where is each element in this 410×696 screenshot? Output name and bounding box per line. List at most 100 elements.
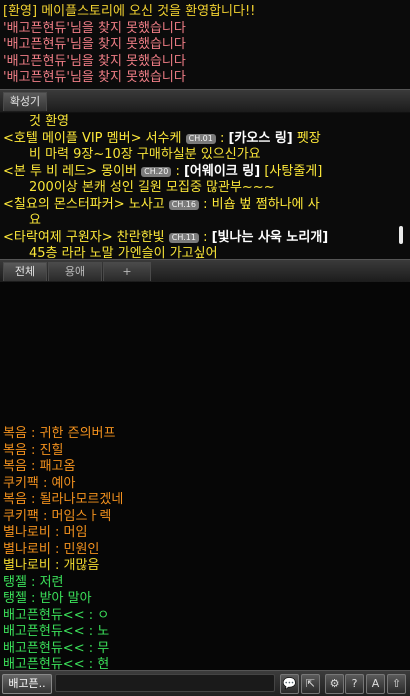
channel-badge: CH.20	[141, 166, 172, 177]
megaphone-sender: <호텔 메이플 VIP 멤버> 서수케	[3, 130, 182, 146]
tab-all[interactable]: 전체	[3, 262, 47, 281]
separator: :	[26, 574, 40, 590]
separator: :	[26, 442, 40, 458]
chat-message: 복음 : 패고옴	[3, 459, 403, 476]
chat-sender[interactable]: 쿠키팩	[3, 476, 39, 491]
megaphone-sender: <본 투 비 레드> 몽이버	[3, 163, 137, 179]
chat-sender[interactable]: 별나로비	[3, 542, 51, 557]
separator: :	[50, 525, 64, 540]
chat-sender[interactable]: 탱젤	[3, 575, 27, 590]
separator: :	[26, 459, 40, 474]
chat-sender[interactable]: 별나로비	[3, 525, 51, 540]
channel-badge: CH.01	[185, 133, 216, 144]
chat-message: 탱젤 : 저련	[3, 575, 403, 592]
megaphone-message: <타락여제 구원자> 찬란한빛 CH.11 : [빛나는 사욱 노리개]	[3, 230, 395, 247]
chat-sender[interactable]: 복음	[3, 492, 27, 507]
chat-sender[interactable]: 배고픈현듀<<	[3, 608, 85, 623]
chat-sender[interactable]: 별나로비	[3, 558, 51, 573]
chat-text: 머임스ㅏ렉	[51, 508, 112, 524]
tab-custom[interactable]: 용애	[48, 262, 102, 281]
chat-message: 배고픈현듀<< : ㅇ	[3, 608, 403, 625]
chat-text: 귀한 즌의버프	[39, 426, 116, 441]
not-found-message: '배고픈현듀'님을 찾지 못했습니다	[3, 20, 186, 36]
chat-sender[interactable]: 배고픈현듀<<	[3, 641, 85, 656]
chat-text: 머임	[63, 525, 88, 540]
chat-list: 복음 : 귀한 즌의버프 복음 : 진힐 복음 : 패고옴 쿠키팩 : 예아 복음 : …	[3, 426, 403, 674]
chat-sender[interactable]: 복음	[3, 459, 27, 474]
help-icon[interactable]: ?	[345, 674, 364, 694]
separator: :	[50, 541, 64, 557]
chat-target-button[interactable]: 배고픈..	[2, 674, 52, 694]
separator: :	[198, 196, 212, 212]
speech-bubble-icon[interactable]: 💬	[280, 674, 299, 694]
add-tab-button[interactable]: +	[103, 262, 151, 281]
chat-message: 배고픈현듀<< : 무	[3, 641, 403, 658]
megaphone-list: 것 환영 <호텔 메이플 VIP 멤버> 서수케 CH.01 : [카오스 링]…	[3, 114, 395, 263]
separator: :	[26, 591, 40, 606]
chat-tab-bar: 전체 용애 +	[0, 259, 410, 283]
chat-input-bar: 배고픈.. 💬 ⇱ ⚙ ? A ⇧	[0, 670, 410, 696]
chat-text: 받아 말아	[39, 591, 92, 606]
welcome-message: [환영] 메이플스토리에 오신 것을 환영합니다!!	[3, 4, 256, 19]
chat-text: 무	[97, 640, 110, 656]
chat-message: 쿠키팩 : 머임스ㅏ렉	[3, 509, 403, 526]
megaphone-tab-bar: 확성기	[0, 89, 410, 113]
megaphone-text: 펫장	[292, 130, 321, 146]
chat-message: 배고픈현듀<< : 노	[3, 624, 403, 641]
chat-sender[interactable]: 배고픈현듀<<	[3, 624, 85, 639]
separator: :	[215, 130, 229, 146]
not-found-message: '배고픈현듀'님을 찾지 못했습니다	[3, 37, 186, 52]
megaphone-message: <본 투 비 레드> 몽이버 CH.20 : [어웨이크 링] [사탕줄게]	[3, 164, 395, 181]
chat-message: 쿠키팩 : 예아	[3, 476, 403, 493]
separator: :	[50, 558, 64, 573]
separator: :	[38, 475, 52, 491]
chat-message: 복음 : 귀한 즌의버프	[3, 426, 403, 443]
separator: :	[84, 624, 98, 639]
separator: :	[26, 426, 40, 441]
megaphone-message: <호텔 메이플 VIP 멤버> 서수케 CH.01 : [카오스 링] 펫장	[3, 131, 395, 148]
separator: :	[171, 163, 184, 179]
chat-sender[interactable]: 쿠키팩	[3, 509, 39, 524]
chat-sender[interactable]: 복음	[3, 426, 27, 441]
chat-message: 별나로비 : 민원인	[3, 542, 403, 559]
separator: :	[198, 229, 212, 245]
system-log: [환영] 메이플스토리에 오신 것을 환영합니다!! '배고픈현듀'님을 찾지 …	[3, 4, 407, 87]
separator: :	[84, 640, 98, 656]
chat-sender[interactable]: 복음	[3, 443, 27, 458]
megaphone-message: <칠요의 몬스터파커> 노사고 CH.16 : 비숍 벞 쩜하나에 사	[3, 197, 395, 214]
megaphone-continuation: 요	[29, 213, 41, 228]
chat-message: 복음 : 진힐	[3, 443, 403, 460]
item-link[interactable]: [어웨이크 링]	[184, 164, 260, 179]
separator: :	[84, 607, 98, 623]
chat-sender[interactable]: 탱젤	[3, 591, 27, 606]
chat-text: 저련	[39, 574, 64, 590]
not-found-message: '배고픈현듀'님을 찾지 못했습니다	[3, 53, 186, 69]
megaphone-text: 비숍 벞 쩜하나에 사	[211, 196, 320, 212]
megaphone-text: [사탕줄게]	[260, 163, 323, 179]
chat-text: 예아	[51, 475, 76, 491]
chat-message: 별나로비 : 개많음	[3, 558, 403, 575]
megaphone-partial-line: 것 환영	[29, 114, 70, 129]
chat-message: 복음 : 될라나모르겠네	[3, 492, 403, 509]
chat-text: 패고옴	[39, 459, 76, 474]
font-size-icon[interactable]: A	[366, 674, 385, 694]
popout-icon[interactable]: ⇱	[301, 674, 320, 694]
chat-text: 진힐	[39, 442, 64, 458]
megaphone-scroll-thumb[interactable]	[399, 226, 403, 244]
item-link[interactable]: [빛나는 사욱 노리개]	[212, 230, 329, 245]
settings-icon[interactable]: ⚙	[325, 674, 344, 694]
separator: :	[38, 508, 52, 524]
expand-icon[interactable]: ⇧	[387, 674, 406, 694]
tab-megaphone[interactable]: 확성기	[3, 92, 47, 111]
channel-badge: CH.16	[168, 199, 199, 210]
item-link[interactable]: [카오스 링]	[228, 131, 292, 146]
chat-input[interactable]	[55, 674, 275, 692]
channel-badge: CH.11	[168, 232, 199, 243]
chat-message: 탱젤 : 받아 말아	[3, 591, 403, 608]
chat-message: 별나로비 : 머임	[3, 525, 403, 542]
chat-text: 될라나모르겠네	[39, 492, 124, 507]
not-found-message: '배고픈현듀'님을 찾지 못했습니다	[3, 70, 186, 85]
megaphone-continuation: 비 마력 9장~10장 구매하실분 있으신가요	[29, 147, 261, 162]
megaphone-sender: <타락여제 구원자> 찬란한빛	[3, 229, 165, 245]
chat-text: 민원인	[63, 541, 100, 557]
